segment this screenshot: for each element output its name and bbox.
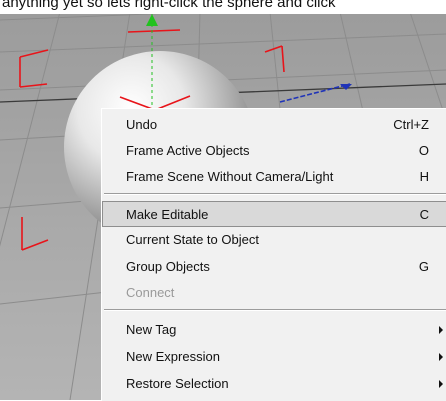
menu-item-frame-active-objects[interactable]: Frame Active Objects O [102, 138, 446, 164]
menu-separator [104, 309, 446, 311]
submenu-arrow-icon [439, 353, 443, 361]
submenu-arrow-icon [439, 326, 443, 334]
menu-item-group-objects[interactable]: Group Objects G [102, 254, 446, 280]
menu-item-label: Frame Active Objects [126, 143, 250, 158]
menu-item-current-state-to-object[interactable]: Current State to Object [102, 227, 446, 253]
menu-item-restore-selection[interactable]: Restore Selection [102, 371, 446, 397]
menu-item-undo[interactable]: Undo Ctrl+Z [102, 112, 446, 138]
menu-item-new-tag[interactable]: New Tag [102, 317, 446, 343]
context-menu: Undo Ctrl+Z Frame Active Objects O Frame… [101, 108, 446, 401]
menu-item-label: Connect [126, 285, 175, 300]
menu-item-label: New Expression [126, 349, 220, 364]
menu-item-shortcut: O [418, 143, 429, 158]
menu-item-frame-scene[interactable]: Frame Scene Without Camera/Light H [102, 164, 446, 190]
menu-item-shortcut: G [418, 259, 429, 274]
tutorial-caption-text: anything yet so lets right-click the sph… [0, 0, 446, 14]
menu-item-label: New Tag [126, 322, 177, 337]
menu-item-label: Undo [126, 117, 158, 132]
menu-item-label: Group Objects [126, 259, 210, 274]
menu-item-make-editable[interactable]: Make Editable C [102, 201, 446, 227]
menu-item-shortcut: H [419, 169, 429, 184]
submenu-arrow-icon [439, 380, 443, 388]
menu-item-shortcut: C [419, 207, 429, 222]
menu-item-label: Frame Scene Without Camera/Light [126, 169, 334, 184]
menu-item-connect: Connect [102, 280, 446, 306]
menu-item-label: Restore Selection [126, 376, 229, 391]
menu-item-shortcut: Ctrl+Z [393, 117, 429, 132]
menu-separator [104, 193, 446, 195]
menu-item-label: Current State to Object [126, 232, 259, 247]
menu-item-label: Make Editable [126, 207, 209, 222]
menu-item-new-expression[interactable]: New Expression [102, 344, 446, 370]
